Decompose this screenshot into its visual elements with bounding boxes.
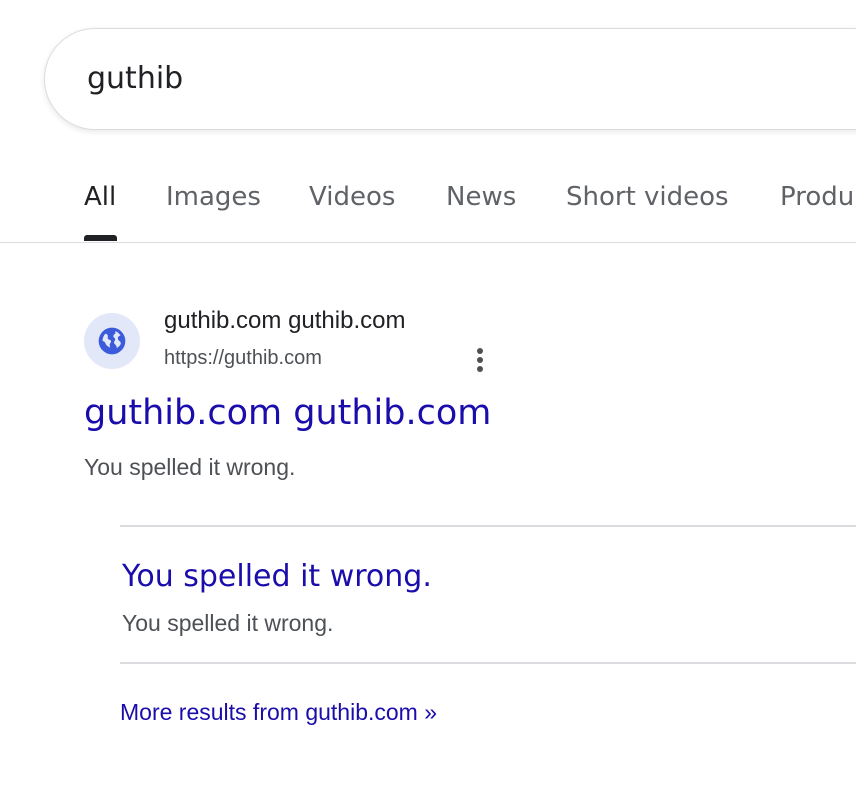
result-site-name[interactable]: guthib.com guthib.com xyxy=(164,307,405,335)
tab-videos[interactable]: Videos xyxy=(309,182,395,212)
search-input[interactable] xyxy=(87,59,787,99)
sitelink-divider-bottom xyxy=(120,662,856,664)
active-tab-indicator xyxy=(84,235,117,241)
sitelink-divider-top xyxy=(120,525,856,527)
tab-images[interactable]: Images xyxy=(166,182,261,212)
search-box[interactable] xyxy=(44,28,856,130)
sitelink-snippet: You spelled it wrong. xyxy=(122,610,334,636)
search-results-page: All Images Videos News Short videos Prod… xyxy=(0,0,856,800)
sitelink-title-link[interactable]: You spelled it wrong. xyxy=(122,559,432,594)
result-url[interactable]: https://guthib.com xyxy=(164,347,322,370)
tab-all[interactable]: All xyxy=(84,182,116,212)
more-vert-icon[interactable] xyxy=(470,346,490,374)
result-title-link[interactable]: guthib.com guthib.com xyxy=(84,393,491,433)
result-snippet: You spelled it wrong. xyxy=(84,454,296,480)
search-tabs: All Images Videos News Short videos Prod… xyxy=(0,160,856,243)
more-results-link[interactable]: More results from guthib.com » xyxy=(120,699,437,726)
tab-news[interactable]: News xyxy=(446,182,516,212)
tab-products[interactable]: Produ xyxy=(780,182,854,212)
tab-short-videos[interactable]: Short videos xyxy=(566,182,729,212)
globe-icon[interactable] xyxy=(84,313,140,369)
